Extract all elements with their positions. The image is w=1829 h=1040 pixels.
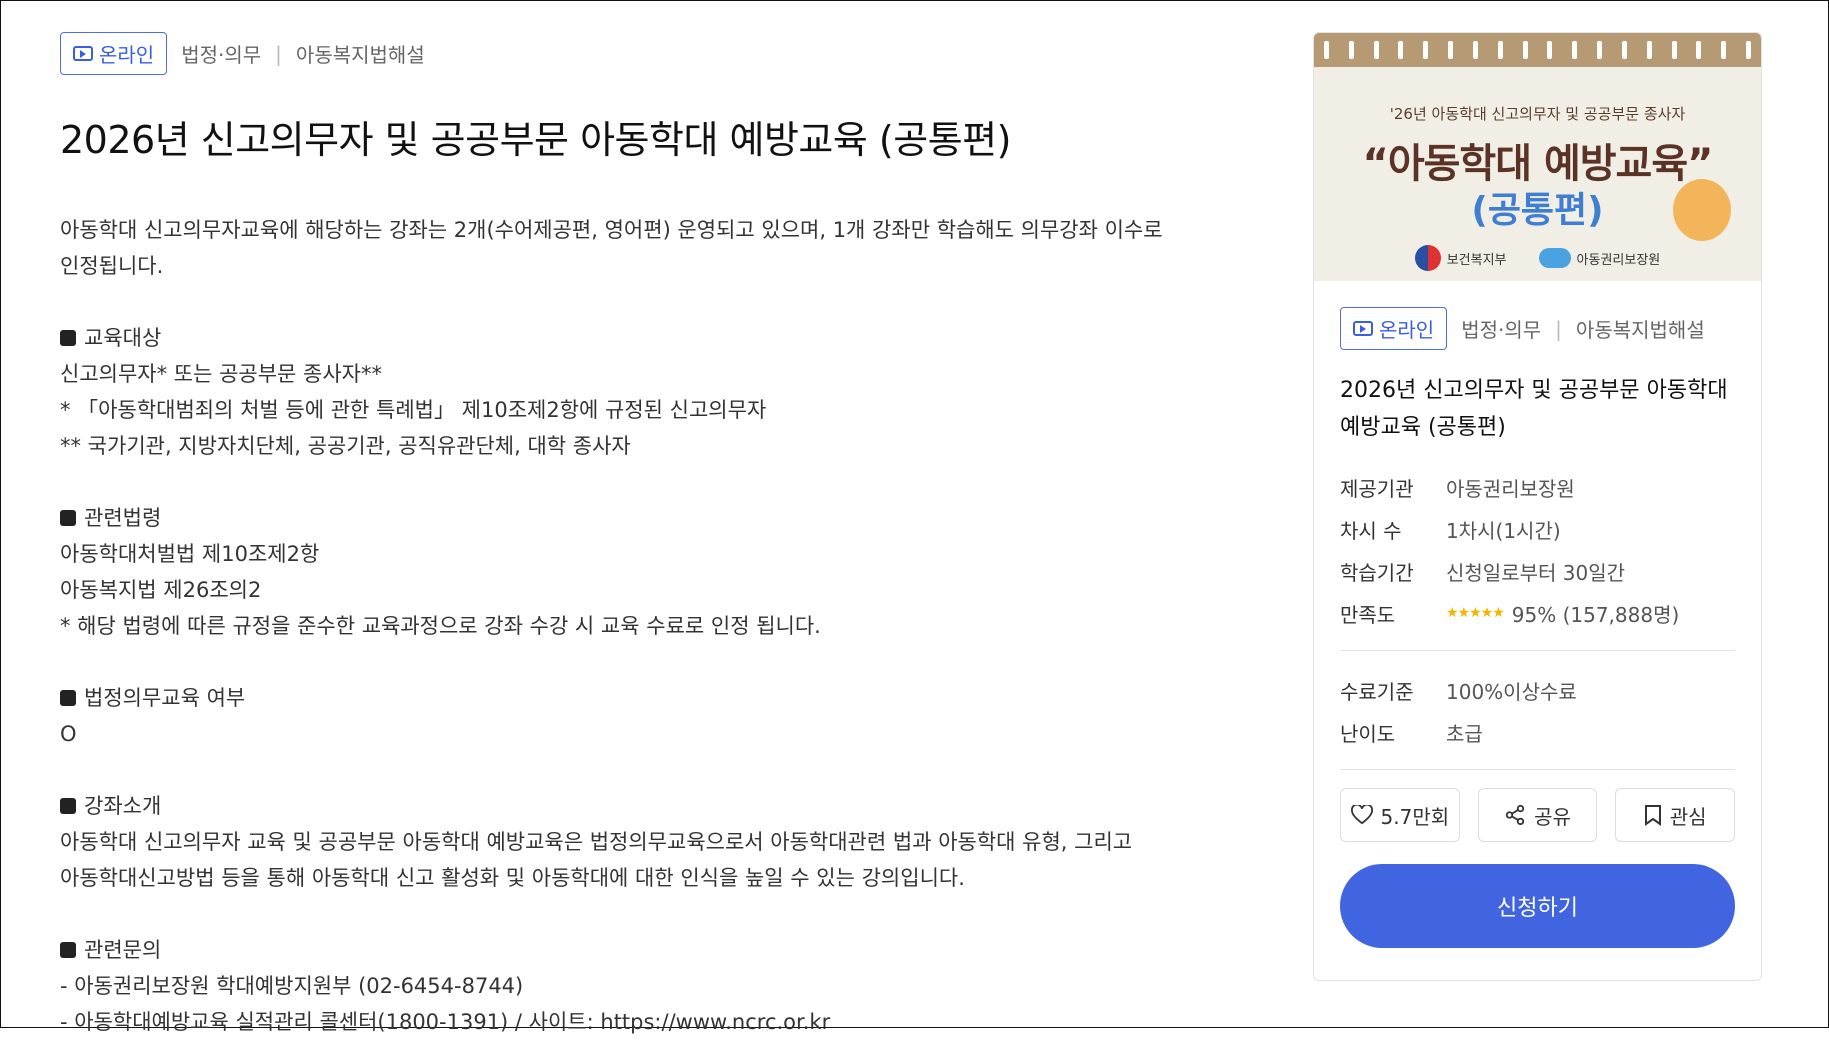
side-course-title: 2026년 신고의무자 및 공공부문 아동학대 예방교육 (공통편) — [1340, 378, 1728, 440]
banner-logos: 보건복지부 아동권리보장원 — [1314, 245, 1761, 271]
bookmark-button[interactable]: 관심 — [1615, 788, 1736, 842]
square-bullet-icon — [60, 330, 76, 346]
section-heading: 관련법령 — [84, 506, 162, 530]
course-info: 제공기관 아동권리보장원 차시 수 1차시(1시간) 학습기간 신청일로부터 30일간… — [1340, 466, 1735, 770]
info-value: 100%이상수료 — [1446, 679, 1577, 704]
rating-value: 95% (157,888명) — [1511, 602, 1680, 627]
course-intro: 아동학대 신고의무자교육에 해당하는 강좌는 2개(수어제공편, 영어편) 운영… — [60, 212, 1220, 284]
apply-button[interactable]: 신청하기 — [1340, 864, 1735, 948]
star-rating-icon: ★★★★★ — [1446, 605, 1505, 621]
info-row-rating: 만족도 ★★★★★ 95% (157,888명) — [1340, 592, 1735, 634]
course-thumbnail: '26년 아동학대 신고의무자 및 공공부문 종사자 “아동학대 예방교육” (… — [1314, 33, 1761, 281]
section-line: O — [60, 722, 77, 746]
info-value: 1차시(1시간) — [1446, 518, 1561, 543]
action-buttons: 5.7만회 공유 관심 — [1340, 788, 1736, 842]
section-heading: 교육대상 — [84, 326, 162, 350]
section-heading: 법정의무교육 여부 — [84, 686, 246, 710]
ministry-logo-icon — [1414, 245, 1441, 271]
online-badge: 온라인 — [1340, 307, 1448, 350]
section-contact: 관련문의 - 아동권리보장원 학대예방지원부 (02-6454-8744) - … — [60, 932, 1220, 1040]
online-badge-label: 온라인 — [99, 43, 155, 67]
info-row-sessions: 차시 수 1차시(1시간) — [1340, 508, 1735, 550]
section-line: 신고의무자* 또는 공공부문 종사자** — [60, 362, 383, 386]
info-row-completion: 수료기준 100%이상수료 — [1340, 669, 1735, 711]
divider: | — [1555, 316, 1562, 341]
online-badge: 온라인 — [60, 32, 168, 75]
share-icon — [1505, 804, 1525, 826]
square-bullet-icon — [60, 690, 76, 706]
course-sidebar-card: '26년 아동학대 신고의무자 및 공공부문 종사자 “아동학대 예방교육” (… — [1313, 32, 1762, 981]
section-law: 관련법령 아동학대처벌법 제10조제2항 아동복지법 제26조의2 * 해당 법… — [60, 500, 1220, 644]
character-illustration — [1673, 179, 1731, 241]
like-count: 5.7만회 — [1380, 804, 1450, 829]
online-badge-label: 온라인 — [1379, 318, 1435, 342]
intro-line: 아동학대 신고의무자교육에 해당하는 강좌는 2개(수어제공편, 영어편) 운영… — [60, 218, 1163, 242]
square-bullet-icon — [60, 942, 76, 958]
info-key: 차시 수 — [1340, 518, 1402, 543]
info-row-provider: 제공기관 아동권리보장원 — [1340, 466, 1735, 508]
share-button[interactable]: 공유 — [1477, 788, 1598, 842]
side-meta: 온라인 법정·의무 | 아동복지법해설 — [1340, 307, 1735, 350]
page-title: 2026년 신고의무자 및 공공부문 아동학대 예방교육 (공통편) — [60, 118, 1011, 162]
play-icon — [73, 46, 93, 61]
ncrc-logo-icon — [1538, 248, 1571, 268]
info-value: 초급 — [1446, 721, 1483, 746]
like-button[interactable]: 5.7만회 — [1340, 788, 1460, 842]
course-detail: 온라인 법정·의무 | 아동복지법해설 2026년 신고의무자 및 공공부문 아… — [60, 32, 1220, 1040]
divider-line — [1340, 650, 1735, 651]
ncrc-name: 아동권리보장원 — [1576, 252, 1661, 268]
section-intro: 강좌소개 아동학대 신고의무자 교육 및 공공부문 아동학대 예방교육은 법정의… — [60, 788, 1220, 896]
info-key: 만족도 — [1340, 602, 1396, 627]
section-line: * 해당 법령에 따른 규정을 준수한 교육과정으로 강좌 수강 시 교육 수료… — [60, 614, 821, 638]
play-icon — [1353, 321, 1373, 336]
info-key: 수료기준 — [1340, 679, 1414, 704]
info-key: 학습기간 — [1340, 560, 1414, 585]
category-label: 법정·의무 — [1461, 318, 1542, 342]
section-line: 아동학대 신고의무자 교육 및 공공부문 아동학대 예방교육은 법정의무교육으로… — [60, 830, 1133, 854]
ministry-name: 보건복지부 — [1446, 252, 1507, 268]
banner-subtitle: '26년 아동학대 신고의무자 및 공공부문 종사자 — [1389, 105, 1686, 123]
subcategory-label: 아동복지법해설 — [1575, 318, 1705, 342]
section-heading: 관련문의 — [84, 938, 162, 962]
subcategory-label: 아동복지법해설 — [295, 43, 425, 67]
divider: | — [275, 41, 282, 66]
intro-line: 인정됩니다. — [60, 254, 164, 278]
info-key: 난이도 — [1340, 721, 1396, 746]
section-target: 교육대상 신고의무자* 또는 공공부문 종사자** * 「아동학대범죄의 처벌 … — [60, 320, 1220, 464]
square-bullet-icon — [60, 798, 76, 814]
section-line: * 「아동학대범죄의 처벌 등에 관한 특례법」 제10조제2항에 규정된 신고… — [60, 398, 767, 422]
share-label: 공유 — [1534, 804, 1571, 829]
section-line: 아동복지법 제26조의2 — [60, 578, 262, 602]
category-label: 법정·의무 — [181, 43, 262, 67]
bookmark-icon — [1644, 805, 1661, 826]
section-heading: 강좌소개 — [84, 794, 162, 818]
section-mandatory: 법정의무교육 여부 O — [60, 680, 1220, 752]
section-line: 아동학대신고방법 등을 통해 아동학대 신고 활성화 및 아동학대에 대한 인식… — [60, 866, 965, 890]
info-key: 제공기관 — [1340, 476, 1414, 501]
section-line: 아동학대처벌법 제10조제2항 — [60, 542, 320, 566]
calendar-spiral — [1314, 33, 1761, 67]
info-value: 신청일로부터 30일간 — [1446, 560, 1626, 585]
section-line: - 아동권리보장원 학대예방지원부 (02-6454-8744) — [60, 974, 524, 998]
heart-icon — [1350, 805, 1373, 825]
info-row-period: 학습기간 신청일로부터 30일간 — [1340, 550, 1735, 592]
bookmark-label: 관심 — [1669, 804, 1707, 829]
section-line: ** 국가기관, 지방자치단체, 공공기관, 공직유관단체, 대학 종사자 — [60, 434, 631, 458]
square-bullet-icon — [60, 510, 76, 526]
info-value: 아동권리보장원 — [1446, 476, 1575, 501]
course-meta: 온라인 법정·의무 | 아동복지법해설 — [60, 32, 1220, 75]
info-row-level: 난이도 초급 — [1340, 711, 1735, 753]
divider-line — [1340, 769, 1735, 770]
section-line: - 아동학대예방교육 실적관리 콜센터(1800-1391) / 사이트: ht… — [60, 1010, 831, 1034]
